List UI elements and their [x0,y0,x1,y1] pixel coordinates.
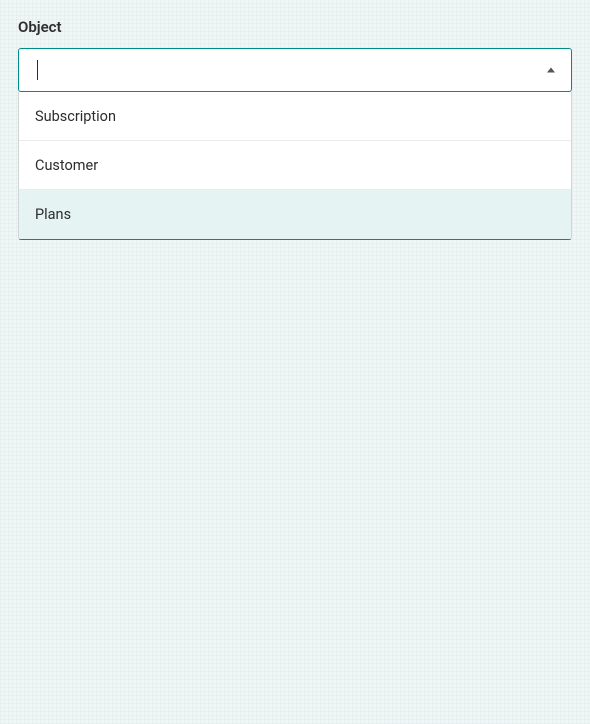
object-select-input[interactable] [18,48,572,92]
chevron-up-icon [547,68,555,73]
dropdown-option-customer[interactable]: Customer [19,141,571,190]
object-select-container: Subscription Customer Plans [18,48,572,240]
object-dropdown-list: Subscription Customer Plans [18,92,572,240]
object-field-label: Object [18,18,572,36]
dropdown-option-subscription[interactable]: Subscription [19,92,571,141]
text-cursor [37,60,38,80]
dropdown-option-plans[interactable]: Plans [19,190,571,239]
